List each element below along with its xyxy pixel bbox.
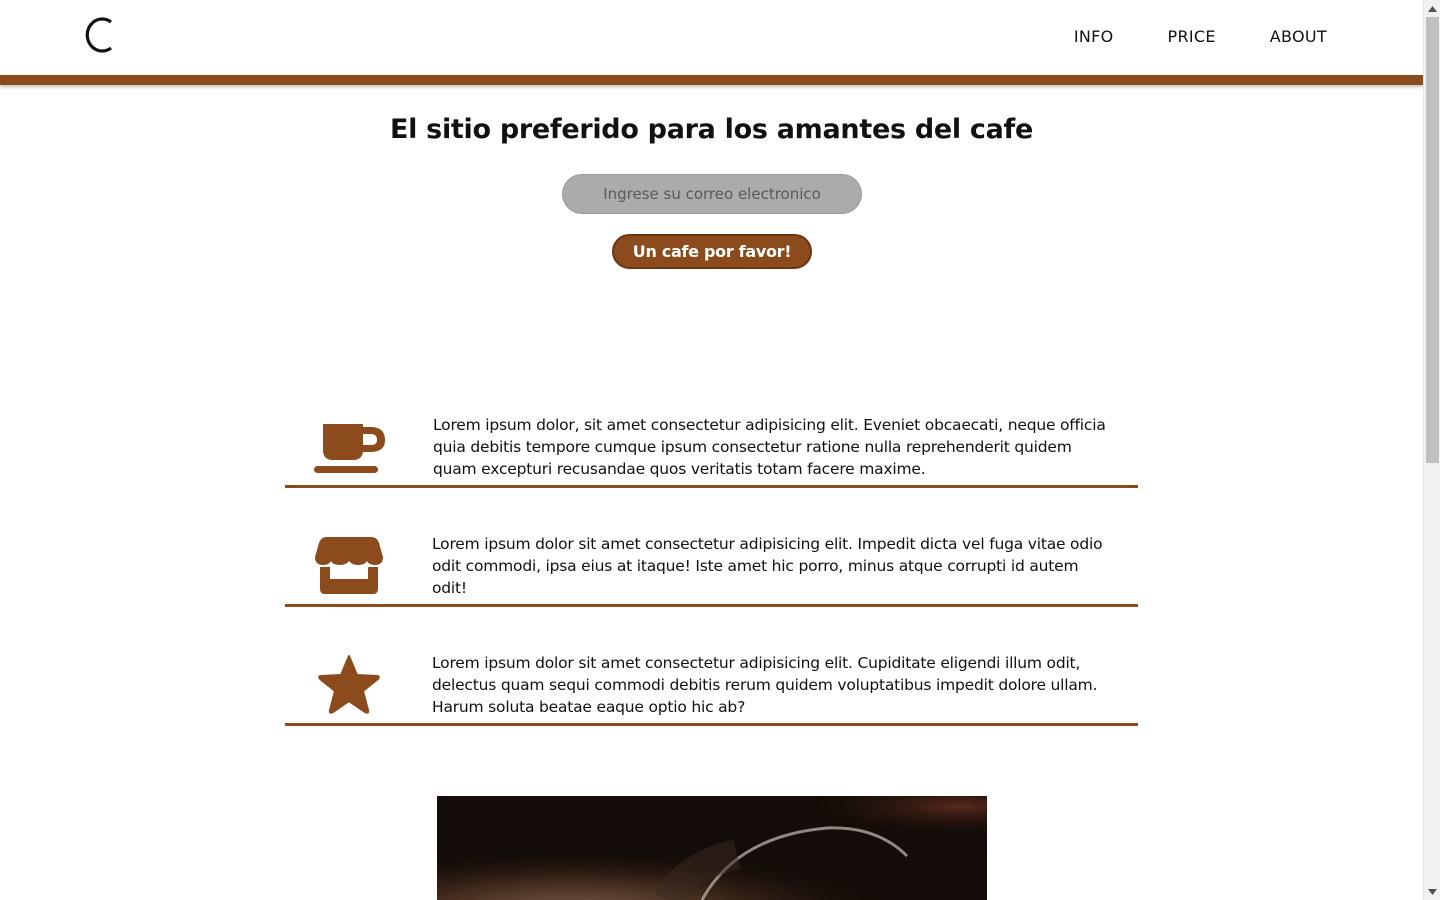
feature-text: Lorem ipsum dolor sit amet consectetur a…: [432, 654, 1098, 716]
header-accent-bar: [0, 75, 1423, 85]
hero-title: El sitio preferido para los amantes del …: [389, 114, 1033, 145]
nav-link-price[interactable]: PRICE: [1168, 27, 1216, 46]
feature-text: Lorem ipsum dolor sit amet consectetur a…: [432, 535, 1103, 597]
page: INFO PRICE ABOUT El sitio preferido para…: [0, 0, 1423, 900]
coffee-photo-art: [437, 796, 987, 900]
coffee-cup-icon: [314, 424, 385, 473]
scrollbar-thumb[interactable]: [1426, 17, 1439, 463]
feature-item: Lorem ipsum dolor sit amet consectetur a…: [285, 636, 1138, 726]
store-icon: [315, 537, 383, 594]
scroll-down-arrow-icon[interactable]: [1424, 883, 1440, 900]
feature-item: Lorem ipsum dolor sit amet consectetur a…: [285, 517, 1138, 607]
header: INFO PRICE ABOUT: [0, 0, 1423, 75]
feature-item: Lorem ipsum dolor, sit amet consectetur …: [285, 398, 1138, 488]
email-input[interactable]: [562, 174, 862, 214]
vertical-scrollbar[interactable]: [1423, 0, 1440, 900]
scroll-up-arrow-icon[interactable]: [1424, 0, 1440, 17]
coffee-photo: [437, 796, 987, 900]
main-nav: INFO PRICE ABOUT: [1074, 27, 1327, 46]
nav-link-info[interactable]: INFO: [1074, 27, 1114, 46]
feature-text: Lorem ipsum dolor, sit amet consectetur …: [433, 416, 1106, 478]
nav-link-about[interactable]: ABOUT: [1270, 27, 1327, 46]
star-icon: [318, 655, 380, 714]
cta-button[interactable]: Un cafe por favor!: [612, 234, 812, 269]
logo-c-icon[interactable]: [78, 10, 118, 60]
